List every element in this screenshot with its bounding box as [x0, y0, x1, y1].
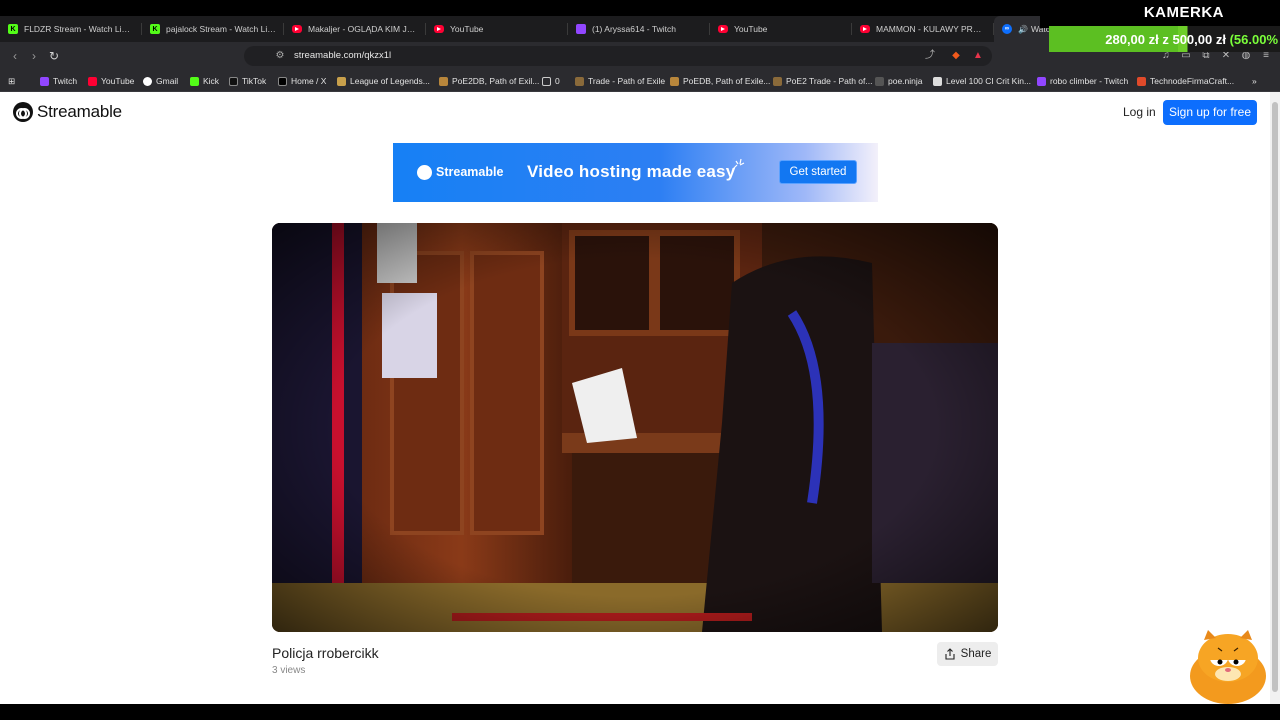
video-title: Policja rrobercikk — [272, 645, 379, 661]
speaker-icon: 🔊 — [1018, 24, 1028, 34]
tab[interactable]: (1) Aryssa614 - Twitch — [568, 16, 710, 42]
share-icon — [945, 648, 955, 660]
donation-percent: (56.00% — [1229, 31, 1278, 47]
bookmark-label: robo climber - Twitch — [1050, 76, 1129, 86]
bookmark-label: Kick — [203, 76, 220, 86]
bookmark-label: Level 100 CI Crit Kin... — [946, 76, 1032, 86]
bookmark-folder[interactable]: 0 — [542, 74, 560, 88]
promo-banner[interactable]: Streamable Video hosting made easy Get s… — [393, 143, 878, 202]
login-link[interactable]: Log in — [1123, 105, 1156, 119]
tab[interactable]: K FLDZR Stream - Watch Live on — [0, 16, 142, 42]
sparkle-icon — [732, 158, 745, 170]
forward-icon[interactable]: › — [27, 49, 41, 63]
donation-amount: 280,00 zł z 500,00 zł — [1105, 31, 1226, 47]
bookmark-item[interactable]: poe.ninja — [875, 74, 923, 88]
tab[interactable]: Kpajalock Stream - Watch Live o — [142, 16, 284, 42]
bookmark-item[interactable]: Level 100 CI Crit Kin... — [933, 74, 1031, 88]
bookmark-label: PoEDB, Path of Exile... — [683, 76, 771, 86]
tab-label: FLDZR Stream - Watch Live on — [24, 24, 134, 34]
bookmark-label: Home / X — [291, 76, 327, 86]
get-started-button[interactable]: Get started — [779, 160, 857, 184]
bookmark-label: League of Legends... — [350, 76, 430, 86]
banner-logo-icon — [417, 165, 432, 180]
bookmark-item[interactable]: TikTok — [229, 74, 266, 88]
apps-icon[interactable]: ⊞ — [8, 74, 15, 88]
bookmark-item[interactable]: robo climber - Twitch — [1037, 74, 1128, 88]
bookmark-label: TechnodeFirmaCraft... — [1150, 76, 1235, 86]
view-count: 3 views — [272, 665, 306, 676]
bookmark-item[interactable]: Trade - Path of Exile — [575, 74, 665, 88]
tab-label: Makaljer - OGLĄDA KIM JEST — [308, 24, 418, 34]
scrollbar-thumb[interactable] — [1272, 102, 1278, 692]
tab-label: YouTube — [734, 24, 768, 34]
kick-icon: K — [150, 24, 160, 34]
bookmark-item[interactable]: Home / X — [278, 74, 326, 88]
tab-label: MAMMON - KULAWY PRAWIC — [876, 24, 986, 34]
bookmark-label: 0 — [555, 76, 560, 86]
brave-shield-icon[interactable]: ◆ — [950, 50, 962, 62]
bookmark-item[interactable]: League of Legends... — [337, 74, 430, 88]
url-text: streamable.com/qkzx1l — [294, 50, 392, 61]
youtube-icon — [434, 25, 444, 33]
bookmark-item[interactable]: YouTube — [88, 74, 134, 88]
streamable-logo[interactable]: Streamable — [13, 102, 122, 122]
more-bookmarks-icon[interactable]: » — [1252, 74, 1257, 88]
address-bar[interactable]: ⚙ streamable.com/qkzx1l ⤴ — [244, 46, 992, 66]
garfield-overlay — [1190, 630, 1266, 704]
bookmark-item[interactable]: Twitch — [40, 74, 77, 88]
donation-goal-bar: 280,00 zł z 500,00 zł (56.00% — [1049, 26, 1280, 52]
bookmark-label: poe.ninja — [888, 76, 923, 86]
web-page: Streamable Log in Sign up for free Strea… — [0, 92, 1270, 704]
signup-button[interactable]: Sign up for free — [1163, 100, 1257, 125]
bookmark-label: Trade - Path of Exile — [588, 76, 666, 86]
twitch-icon — [576, 24, 586, 34]
bookmark-label: TikTok — [242, 76, 267, 86]
bookmark-item[interactable]: PoEDB, Path of Exile... — [670, 74, 770, 88]
share-label: Share — [960, 648, 992, 660]
bookmark-item[interactable]: PoE2DB, Path of Exil... — [439, 74, 539, 88]
youtube-icon — [292, 25, 302, 33]
brave-rewards-icon[interactable]: ▲ — [972, 50, 984, 62]
tab-label: YouTube — [450, 24, 484, 34]
share-page-icon[interactable]: ⤴ — [924, 50, 936, 62]
streamable-icon: ∞ — [1002, 24, 1012, 34]
bookmark-item[interactable]: Kick — [190, 74, 219, 88]
overlay-title: KAMERKA — [1040, 0, 1280, 28]
screen: { "overlay": { "title": "KAMERKA", "dona… — [0, 0, 1280, 720]
banner-brand: Streamable — [436, 165, 504, 179]
video-frame — [272, 223, 998, 632]
reload-icon[interactable]: ↻ — [47, 49, 61, 63]
streamable-logo-icon — [13, 102, 33, 122]
page-scrollbar[interactable] — [1270, 92, 1280, 704]
bookmark-item[interactable]: PoE2 Trade - Path of... — [773, 74, 872, 88]
bookmark-label: PoE2 Trade - Path of... — [786, 76, 873, 86]
bottom-strip — [0, 704, 1280, 720]
share-button[interactable]: Share — [937, 642, 998, 666]
kick-icon: K — [8, 24, 18, 34]
back-icon[interactable]: ‹ — [8, 49, 22, 63]
bookmark-label: Gmail — [156, 76, 179, 86]
bookmark-label: YouTube — [101, 76, 135, 86]
tab-label: (1) Aryssa614 - Twitch — [592, 24, 676, 34]
logo-text: Streamable — [37, 102, 122, 121]
bookmark-item[interactable]: TechnodeFirmaCraft... — [1137, 74, 1234, 88]
banner-tagline: Video hosting made easy — [527, 162, 736, 181]
bookmarks-bar: ⊞ Twitch YouTube Gmail Kick TikTok Home … — [0, 70, 1280, 92]
youtube-icon — [718, 25, 728, 33]
bookmark-label: Twitch — [53, 76, 78, 86]
tab[interactable]: Makaljer - OGLĄDA KIM JEST — [284, 16, 426, 42]
bookmark-item[interactable]: Gmail — [143, 74, 178, 88]
tab-label: pajalock Stream - Watch Live o — [166, 24, 276, 34]
video-player[interactable] — [272, 223, 998, 632]
tab[interactable]: YouTube — [710, 16, 852, 42]
site-settings-icon[interactable]: ⚙ — [274, 50, 286, 62]
youtube-icon — [860, 25, 870, 33]
bookmark-label: PoE2DB, Path of Exil... — [452, 76, 540, 86]
tab[interactable]: MAMMON - KULAWY PRAWIC — [852, 16, 994, 42]
tab[interactable]: YouTube — [426, 16, 568, 42]
